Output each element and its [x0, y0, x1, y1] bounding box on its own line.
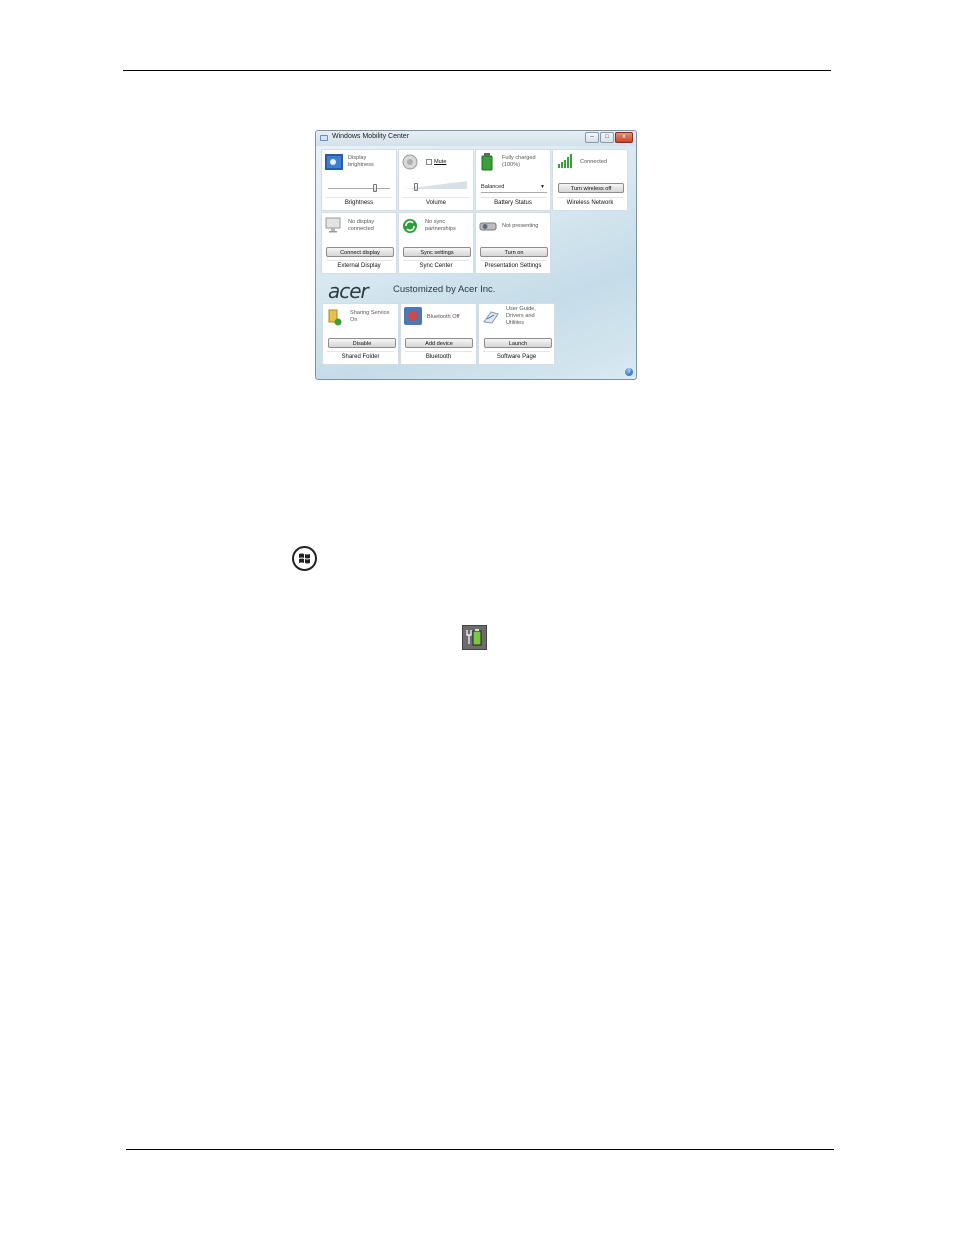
page-top-rule	[123, 70, 831, 71]
bluetooth-icon	[404, 307, 422, 325]
presentation-tile: Not presenting Turn on Presentation Sett…	[475, 212, 551, 274]
wireless-tile: Connected Turn wireless off Wireless Net…	[552, 149, 628, 211]
mute-label: Mute	[434, 159, 447, 165]
shared-folder-status: Sharing Service On	[350, 310, 390, 323]
shared-folder-tile: Sharing Service On Disable Shared Folder	[322, 303, 399, 365]
launch-button[interactable]: Launch	[484, 338, 552, 348]
acer-logo: acer	[328, 279, 369, 303]
mobility-center-icon	[320, 135, 328, 141]
signal-bars-icon	[558, 154, 572, 168]
software-page-tile: User Guide, Drivers and Utilities Launch…	[478, 303, 555, 365]
sync-status: No sync partnerships	[425, 219, 456, 232]
software-page-label: Software Page	[483, 351, 550, 362]
volume-slider[interactable]	[414, 183, 419, 191]
brightness-label: Brightness	[326, 197, 392, 208]
external-display-tile: No display connected Connect display Ext…	[321, 212, 397, 274]
bluetooth-status: Bluetooth Off	[427, 314, 460, 320]
speaker-icon	[402, 154, 418, 170]
windows-logo-icon	[299, 553, 310, 564]
brightness-status: Display brightness	[348, 155, 374, 168]
page-bottom-rule	[126, 1149, 834, 1150]
battery-tile: Fully charged (100%) Balanced ▼ Battery …	[475, 149, 551, 211]
battery-plug-icon	[466, 629, 482, 646]
minimize-button[interactable]: –	[585, 132, 599, 143]
external-display-status: No display connected	[348, 219, 375, 232]
presentation-label: Presentation Settings	[480, 260, 546, 271]
projector-icon	[479, 222, 497, 231]
sync-icon	[403, 219, 417, 233]
acer-subtitle: Customized by Acer Inc.	[393, 284, 496, 295]
bluetooth-tile: Bluetooth Off Add device Bluetooth	[400, 303, 477, 365]
sync-center-tile: No sync partnerships Sync settings Sync …	[398, 212, 474, 274]
volume-tile: Mute Volume	[398, 149, 474, 211]
shared-folder-label: Shared Folder	[327, 351, 394, 362]
software-page-icon	[483, 311, 499, 324]
brightness-slider[interactable]	[372, 184, 377, 192]
window-title: Windows Mobility Center	[332, 133, 410, 140]
software-page-status: User Guide, Drivers and Utilities	[506, 306, 536, 326]
battery-icon	[481, 153, 493, 171]
close-button[interactable]: x	[615, 132, 633, 143]
presentation-status: Not presenting	[502, 223, 539, 229]
title-bar[interactable]: Windows Mobility Center – □ x	[316, 131, 636, 146]
windows-start-icon	[292, 546, 317, 571]
power-plan-value: Balanced	[481, 184, 505, 190]
wireless-status: Connected	[580, 159, 608, 165]
battery-label: Battery Status	[480, 197, 546, 208]
battery-tray-icon	[462, 625, 487, 650]
display-brightness-icon	[325, 154, 343, 170]
chevron-down-icon: ▼	[540, 184, 545, 190]
help-icon[interactable]: ?	[625, 368, 633, 376]
wireless-label: Wireless Network	[557, 197, 623, 208]
shared-folder-icon	[328, 309, 342, 326]
maximize-button[interactable]: □	[600, 132, 614, 143]
power-plan-select[interactable]: Balanced ▼	[481, 182, 547, 193]
sync-center-label: Sync Center	[403, 260, 469, 271]
add-device-button[interactable]: Add device	[405, 338, 473, 348]
battery-status: Fully charged (100%)	[502, 155, 536, 168]
external-display-label: External Display	[326, 260, 392, 271]
mute-checkbox[interactable]	[426, 159, 432, 165]
mobility-center-window: Windows Mobility Center – □ x Display br…	[315, 130, 637, 380]
bluetooth-label: Bluetooth	[405, 351, 472, 362]
turn-on-presentation-button[interactable]: Turn on	[480, 247, 548, 257]
disable-sharing-button[interactable]: Disable	[328, 338, 396, 348]
brightness-slider-track	[328, 188, 390, 189]
turn-wireless-off-button[interactable]: Turn wireless off	[558, 183, 624, 193]
brightness-tile: Display brightness Brightness	[321, 149, 397, 211]
monitor-icon	[325, 217, 341, 233]
connect-display-button[interactable]: Connect display	[326, 247, 394, 257]
volume-label: Volume	[403, 197, 469, 208]
sync-settings-button[interactable]: Sync settings	[403, 247, 471, 257]
